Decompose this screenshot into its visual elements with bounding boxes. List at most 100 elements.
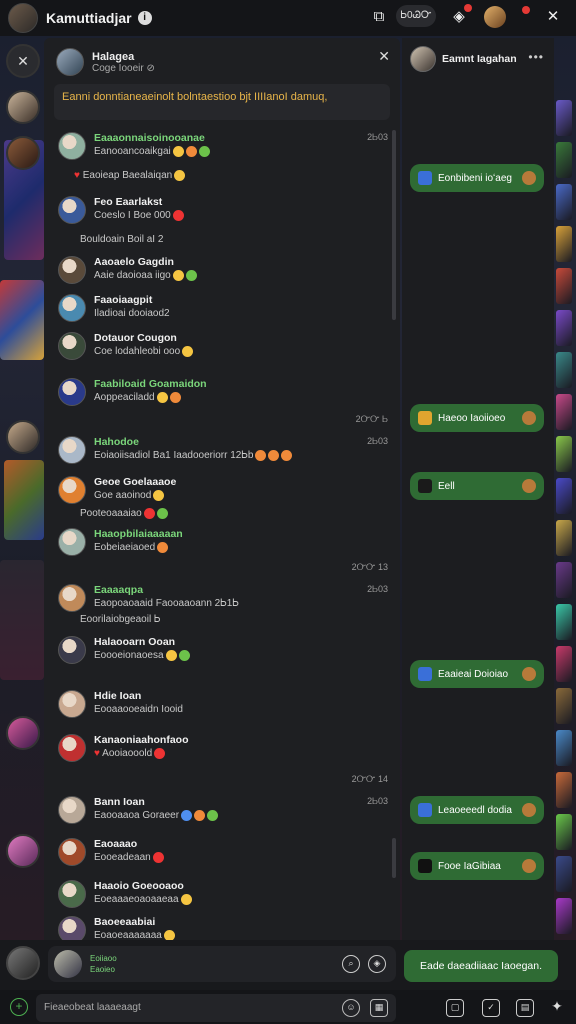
message-author[interactable]: Faabiloaid Goamaidon — [94, 378, 207, 390]
profile-icon[interactable] — [484, 6, 506, 28]
message-avatar[interactable] — [58, 332, 86, 360]
status-pill[interactable]: Ꮟ0ᏊᏅ — [396, 5, 436, 27]
chat-message[interactable]: Hdie Ioan Eooaaooeaidn Iooid — [58, 690, 388, 720]
sparkle-icon[interactable]: ✦ — [548, 999, 566, 1017]
reply-preview[interactable]: Eoiiaoo Eaoieo ⌕ ◈ — [48, 946, 396, 982]
chat-message[interactable]: Eaaaonnaisoinooanae Eanooancoaikgai 2Ꮟ03 — [58, 132, 388, 162]
rail-avatar[interactable] — [6, 420, 40, 454]
activity-card[interactable]: Eell — [410, 472, 544, 500]
search-icon[interactable]: ⌕ — [342, 955, 360, 973]
message-author[interactable]: Aaoaelo Gagdin — [94, 256, 174, 268]
chat-message[interactable]: Bann Ioan Eaooaaoa Goraeer 2Ꮟ03 — [58, 796, 388, 826]
message-avatar[interactable] — [58, 436, 86, 464]
rail-avatar[interactable] — [6, 716, 40, 750]
stream-thumbnail[interactable] — [556, 478, 572, 514]
check-icon[interactable]: ✓ — [482, 999, 500, 1017]
activity-card[interactable]: Eonbibeni ioʻaeg — [410, 164, 544, 192]
stream-thumbnail[interactable] — [556, 856, 572, 892]
activity-card[interactable]: Leaoeeedl dodia — [410, 796, 544, 824]
message-avatar[interactable] — [58, 796, 86, 824]
chat-message[interactable]: Eaoaaao Eooeadeaan — [58, 838, 388, 868]
gif-icon[interactable]: ▦ — [370, 999, 388, 1017]
chat-message[interactable]: Faabiloaid Goamaidon Aoppeaciladd — [58, 378, 388, 408]
info-icon[interactable]: i — [137, 11, 152, 25]
message-avatar[interactable] — [58, 196, 86, 224]
message-author[interactable]: Bann Ioan — [94, 796, 145, 808]
chat-message[interactable]: Haaopbilaiaaaaan Eobeiaeiaoed — [58, 528, 388, 558]
stream-thumbnail[interactable] — [556, 142, 572, 178]
message-author[interactable]: Eaaaonnaisoinooanae — [94, 132, 205, 144]
stream-thumbnail[interactable] — [556, 310, 572, 346]
send-button[interactable]: Eade daeadiiaac Iaoegan. — [404, 950, 558, 982]
message-author[interactable]: Haaoio Goeooaoo — [94, 880, 184, 892]
message-author[interactable]: Geoe Goelaaaoe — [94, 476, 176, 488]
message-avatar[interactable] — [58, 734, 86, 762]
chat-message[interactable]: Geoe Goelaaaoe Goe aaoinod — [58, 476, 388, 506]
message-avatar[interactable] — [58, 378, 86, 406]
rail-avatar[interactable] — [6, 136, 40, 170]
calendar-icon[interactable]: ▢ — [446, 999, 464, 1017]
more-options-icon[interactable]: ••• — [528, 50, 544, 64]
stream-thumbnail[interactable] — [556, 730, 572, 766]
stream-thumbnail[interactable] — [556, 268, 572, 304]
chat-close-icon[interactable]: ✕ — [378, 48, 390, 65]
chat-message[interactable]: Eaaaaqpa Eaopoaoaaid Faooaaoann 2Ꮟ1Ꮟ 2Ꮟ03 — [58, 584, 388, 614]
rail-avatar[interactable] — [6, 90, 40, 124]
stream-thumbnail[interactable] — [556, 436, 572, 472]
stream-thumbnail[interactable] — [556, 814, 572, 850]
close-icon[interactable]: ✕ — [542, 6, 564, 28]
message-author[interactable]: Hdie Ioan — [94, 690, 141, 702]
stream-thumbnail[interactable] — [556, 184, 572, 220]
stream-thumbnail[interactable] — [556, 604, 572, 640]
right-header-avatar[interactable] — [410, 46, 436, 72]
message-avatar[interactable] — [58, 132, 86, 160]
stream-thumbnail[interactable] — [556, 688, 572, 724]
stream-thumbnail[interactable] — [556, 226, 572, 262]
message-author[interactable]: Feo Eaarlakst — [94, 196, 162, 208]
back-button[interactable]: ✕ — [6, 44, 40, 78]
stream-thumbnail[interactable] — [556, 394, 572, 430]
chat-message[interactable]: Hahodoe Eoiaoiisadiol Ba1 Iaadooeriorr 12… — [58, 436, 388, 466]
stream-thumbnail[interactable] — [556, 562, 572, 598]
message-author[interactable]: Baoeeaabiai — [94, 916, 155, 928]
message-author[interactable]: Faaoiaagpit — [94, 294, 152, 306]
chat-message[interactable]: Halaooarn Ooan Eoooeionaoesa — [58, 636, 388, 666]
channel-avatar[interactable] — [8, 3, 38, 33]
chat-icon[interactable]: ▤ — [516, 999, 534, 1017]
message-author[interactable]: Eaoaaao — [94, 838, 137, 850]
message-avatar[interactable] — [58, 584, 86, 612]
message-avatar[interactable] — [58, 636, 86, 664]
stream-thumbnail[interactable] — [556, 646, 572, 682]
message-author[interactable]: Hahodoe — [94, 436, 139, 448]
chat-message[interactable]: Haaoio Goeooaoo Eoeaaaeoaoaaeaa — [58, 880, 388, 910]
message-author[interactable]: Kanaoniaahonfaoo — [94, 734, 189, 746]
emoji-icon[interactable]: ☺ — [342, 999, 360, 1017]
chat-message[interactable]: Feo Eaarlakst Coeslo I Boe 000 — [58, 196, 388, 226]
activity-card[interactable]: Haeoo Iaoiioeo — [410, 404, 544, 432]
message-avatar[interactable] — [58, 476, 86, 504]
message-author[interactable]: Eaaaaqpa — [94, 584, 143, 596]
chat-message[interactable]: Faaoiaagpit Iladioai dooiaod2 — [58, 294, 388, 324]
message-avatar[interactable] — [58, 838, 86, 866]
user-avatar[interactable] — [6, 946, 40, 980]
scrollbar-thumb[interactable] — [392, 838, 396, 878]
shield-icon[interactable]: ◈ — [368, 955, 386, 973]
stream-thumbnail[interactable] — [556, 352, 572, 388]
message-avatar[interactable] — [58, 690, 86, 718]
message-input[interactable]: Fieaeobeat laaaeaagt ☺ ▦ — [36, 994, 396, 1022]
message-avatar[interactable] — [58, 294, 86, 322]
chat-message[interactable]: Dotauor Cougon Coe lodahleobi ooo — [58, 332, 388, 362]
chat-message[interactable]: Aaoaelo Gagdin Aaie daoioaa iigo — [58, 256, 388, 286]
new-window-icon[interactable]: ⧉ — [368, 6, 390, 28]
stream-thumbnail[interactable] — [556, 100, 572, 136]
chat-message[interactable]: Kanaoniaahonfaoo ♥ Aooiaooold — [58, 734, 388, 764]
stream-thumbnail[interactable] — [556, 772, 572, 808]
message-author[interactable]: Haaopbilaiaaaaan — [94, 528, 183, 540]
chat-header-avatar[interactable] — [56, 48, 84, 76]
message-avatar[interactable] — [58, 880, 86, 908]
activity-card[interactable]: Eaaieai Doioiao — [410, 660, 544, 688]
rail-avatar[interactable] — [6, 834, 40, 868]
activity-card[interactable]: Fooe IaGibiaa — [410, 852, 544, 880]
scrollbar[interactable] — [392, 130, 396, 320]
add-attachment-icon[interactable]: + — [10, 998, 28, 1016]
